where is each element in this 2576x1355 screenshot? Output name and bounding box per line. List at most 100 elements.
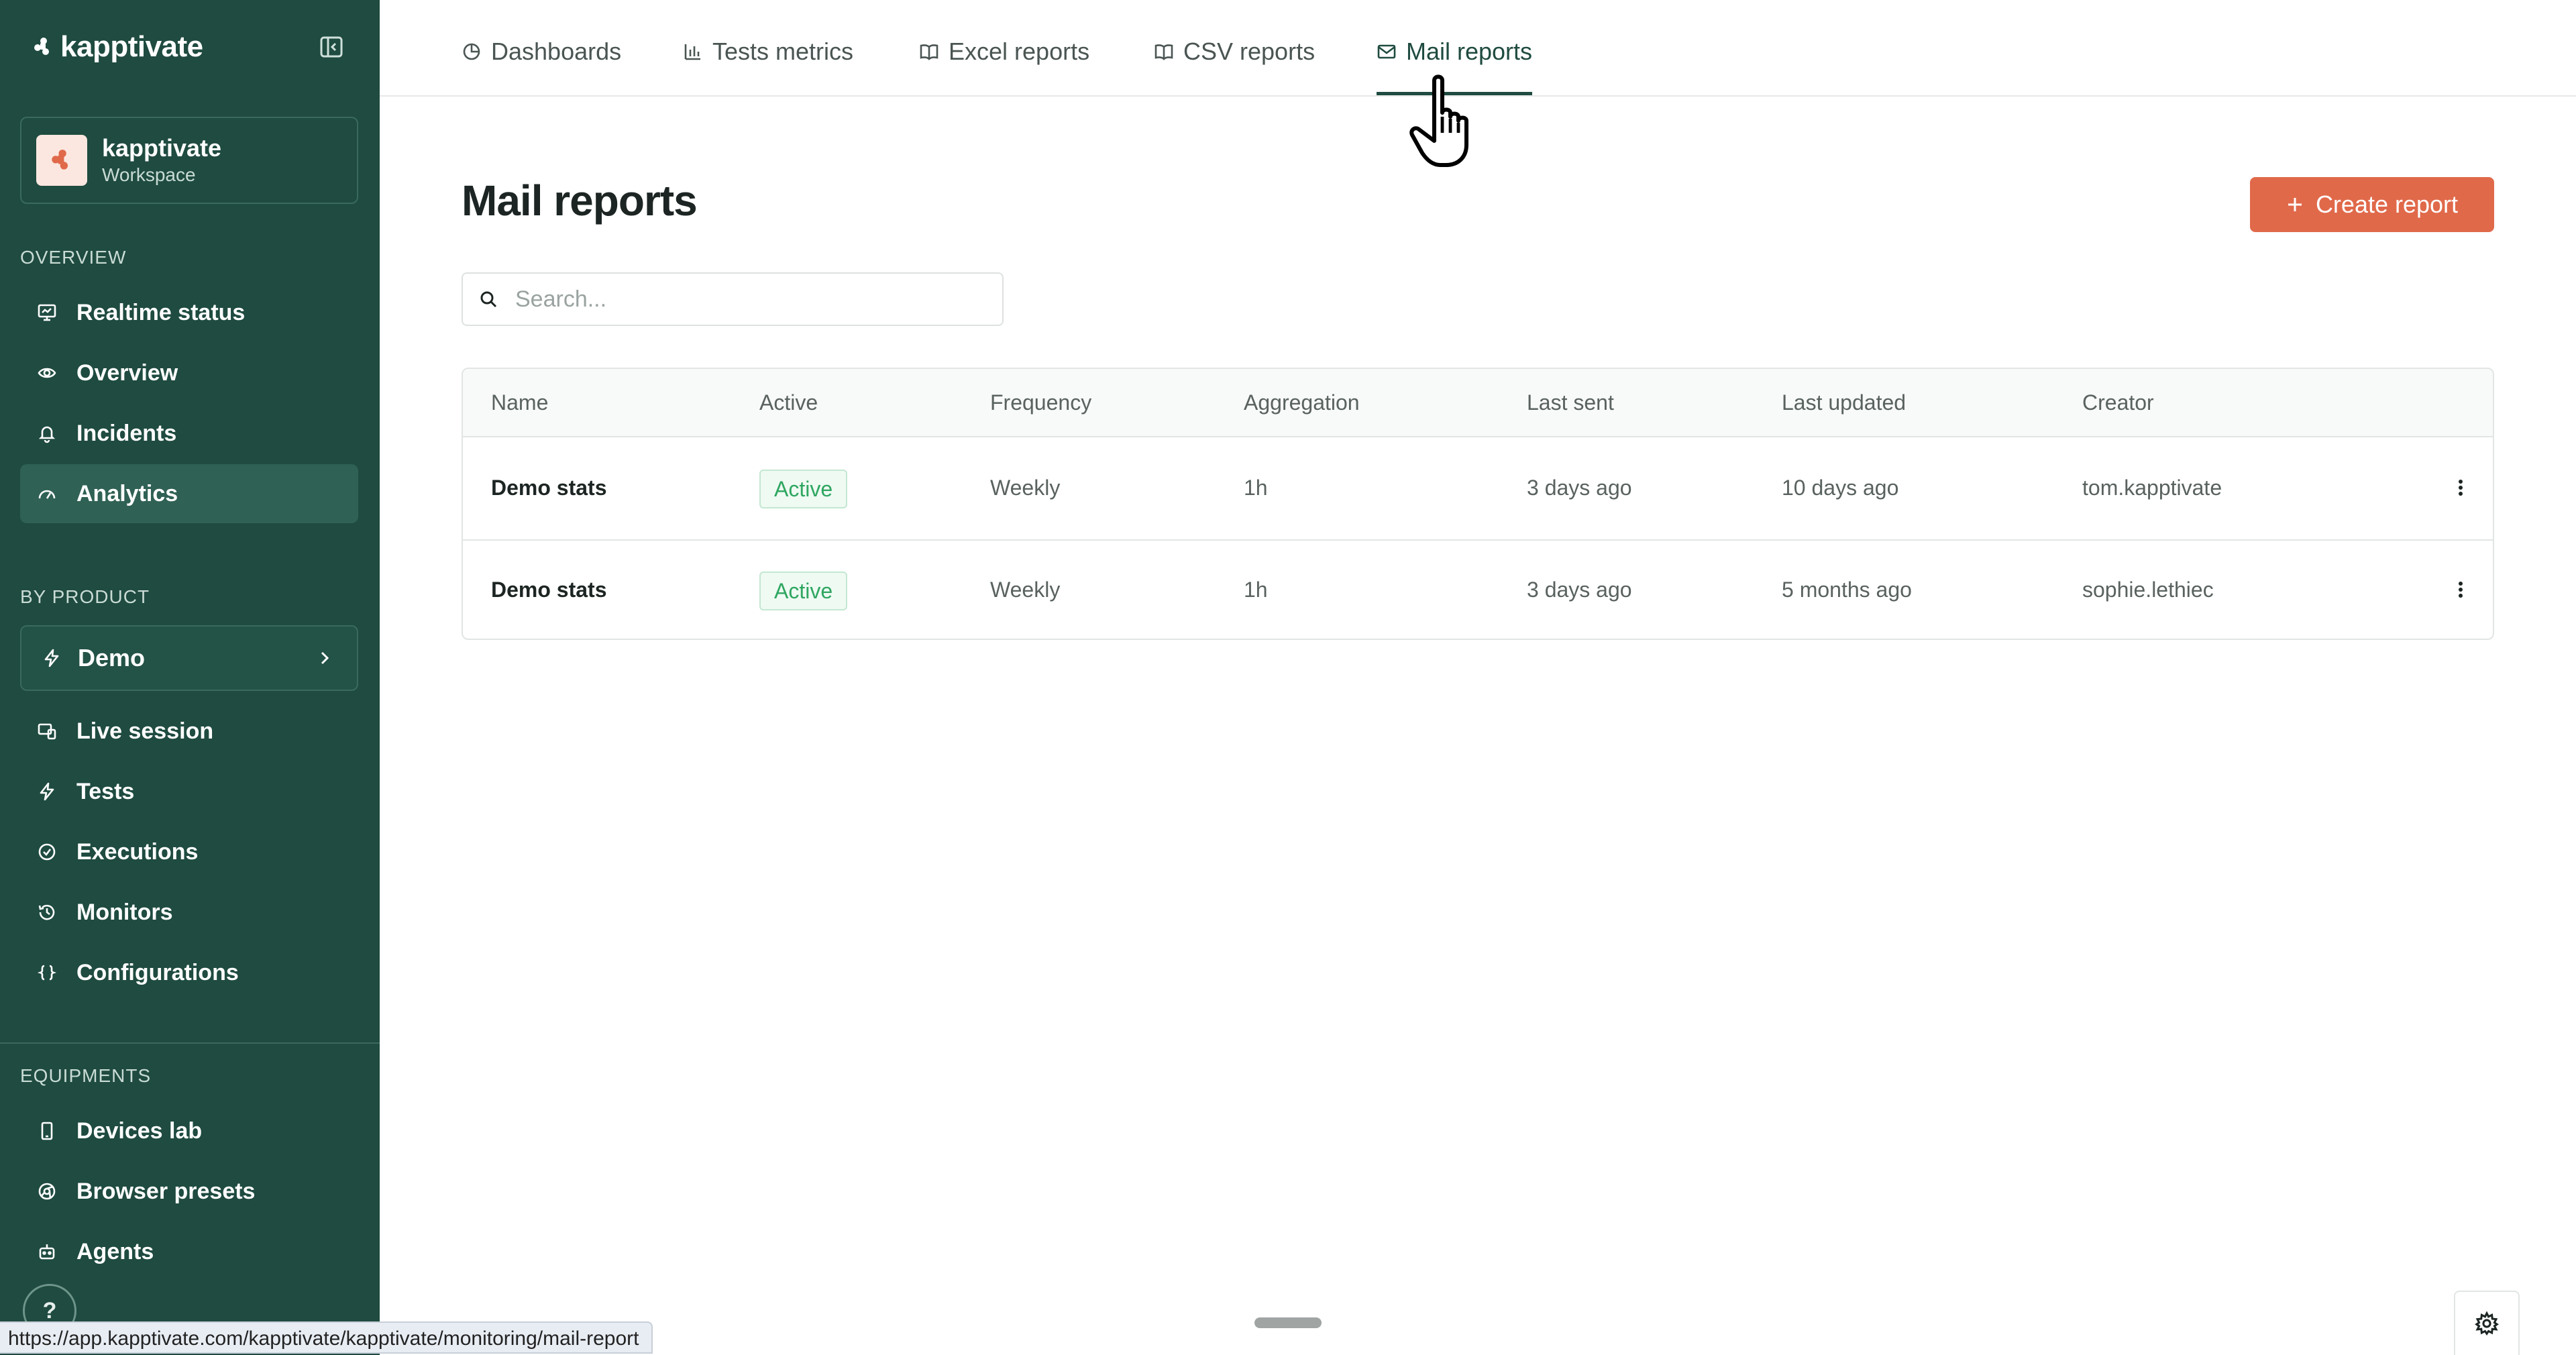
phone-icon xyxy=(35,1119,59,1143)
sidebar-collapse-icon[interactable] xyxy=(314,30,349,64)
section-by-product-label: BY PRODUCT xyxy=(20,586,150,607)
sidebar-item-label: Monitors xyxy=(76,899,173,925)
cell-last-sent: 3 days ago xyxy=(1527,578,1632,602)
sidebar-item-tests[interactable]: Tests xyxy=(20,762,358,821)
cell-aggregation: 1h xyxy=(1244,476,1268,500)
pie-chart-icon xyxy=(462,42,482,62)
cell-creator: tom.kapptivate xyxy=(2082,476,2222,500)
column-header-frequency[interactable]: Frequency xyxy=(990,369,1091,436)
cell-creator: sophie.lethiec xyxy=(2082,578,2214,602)
book-icon xyxy=(919,42,939,62)
sidebar-item-incidents[interactable]: Incidents xyxy=(20,404,358,463)
sidebar-item-label: Browser presets xyxy=(76,1178,256,1204)
sidebar-item-label: Agents xyxy=(76,1238,154,1264)
cell-last-updated: 5 months ago xyxy=(1782,578,1912,602)
sidebar-item-label: Realtime status xyxy=(76,299,246,325)
more-vertical-icon[interactable] xyxy=(2447,576,2474,603)
create-report-button[interactable]: Create report xyxy=(2250,177,2494,232)
sidebar-item-monitors[interactable]: Monitors xyxy=(20,883,358,942)
sidebar-item-label: Devices lab xyxy=(76,1118,203,1144)
sidebar-item-label: Analytics xyxy=(76,480,178,506)
sidebar-divider xyxy=(0,1042,380,1044)
sidebar-item-configurations[interactable]: Configurations xyxy=(20,943,358,1002)
status-badge: Active xyxy=(759,470,848,508)
eye-icon xyxy=(35,361,59,385)
workspace-subtitle: Workspace xyxy=(102,164,196,185)
screens-icon xyxy=(35,719,59,743)
sidebar-item-label: Executions xyxy=(76,838,199,865)
sidebar: kapptivate kapptivate Workspace OVERVIEW… xyxy=(0,0,380,1355)
sidebar-item-label: Tests xyxy=(76,778,135,804)
status-badge: Active xyxy=(759,572,848,610)
book-icon xyxy=(1154,42,1174,62)
tab-label: Dashboards xyxy=(491,38,622,65)
tab-excel-reports[interactable]: Excel reports xyxy=(919,38,1089,95)
monitor-icon xyxy=(35,301,59,325)
mail-reports-table: Name Active Frequency Aggregation Last s… xyxy=(462,368,2494,640)
section-equipments-label: EQUIPMENTS xyxy=(20,1065,152,1086)
column-header-creator[interactable]: Creator xyxy=(2082,369,2154,436)
braces-icon xyxy=(35,961,59,985)
sidebar-item-browser-presets[interactable]: Browser presets xyxy=(20,1162,358,1221)
sidebar-item-overview[interactable]: Overview xyxy=(20,343,358,402)
table-row[interactable]: Demo stats Active Weekly 1h 3 days ago 1… xyxy=(463,437,2493,541)
product-selector-label: Demo xyxy=(78,644,146,671)
column-header-last-updated[interactable]: Last updated xyxy=(1782,369,1906,436)
cell-frequency: Weekly xyxy=(990,578,1061,602)
logo-text: kapptivate xyxy=(60,30,203,63)
browser-icon xyxy=(35,1179,59,1203)
bell-icon xyxy=(35,421,59,445)
table-header: Name Active Frequency Aggregation Last s… xyxy=(463,369,2493,437)
tab-label: Excel reports xyxy=(949,38,1090,65)
sidebar-item-agents[interactable]: Agents xyxy=(20,1222,358,1281)
history-icon xyxy=(35,900,59,924)
sidebar-item-devices-lab[interactable]: Devices lab xyxy=(20,1101,358,1160)
workspace-avatar xyxy=(36,135,87,186)
cell-name: Demo stats xyxy=(491,476,607,500)
create-report-label: Create report xyxy=(2315,191,2459,218)
column-header-aggregation[interactable]: Aggregation xyxy=(1244,369,1360,436)
bolt-icon xyxy=(35,779,59,804)
status-bar-url: https://app.kapptivate.com/kapptivate/ka… xyxy=(0,1321,653,1354)
column-header-active[interactable]: Active xyxy=(759,369,818,436)
column-header-last-sent[interactable]: Last sent xyxy=(1527,369,1614,436)
tab-label: Tests metrics xyxy=(712,38,854,65)
table-row[interactable]: Demo stats Active Weekly 1h 3 days ago 5… xyxy=(463,539,2493,639)
hand-cursor-icon xyxy=(1406,72,1487,173)
tab-dashboards[interactable]: Dashboards xyxy=(462,38,621,95)
search-input[interactable] xyxy=(514,285,986,313)
page-title: Mail reports xyxy=(462,176,698,225)
robot-icon xyxy=(35,1240,59,1264)
tab-tests-metrics[interactable]: Tests metrics xyxy=(683,38,853,95)
search-icon xyxy=(479,290,498,309)
cell-aggregation: 1h xyxy=(1244,578,1268,602)
sidebar-item-analytics[interactable]: Analytics xyxy=(20,464,358,523)
tab-csv-reports[interactable]: CSV reports xyxy=(1154,38,1315,95)
sidebar-item-label: Incidents xyxy=(76,420,177,446)
sidebar-item-live-session[interactable]: Live session xyxy=(20,702,358,761)
settings-gear-icon[interactable] xyxy=(2454,1291,2520,1355)
more-vertical-icon[interactable] xyxy=(2447,474,2474,501)
search-box[interactable] xyxy=(462,272,1004,326)
sidebar-item-realtime-status[interactable]: Realtime status xyxy=(20,283,358,342)
tab-label: Mail reports xyxy=(1406,38,1533,65)
cell-frequency: Weekly xyxy=(990,476,1061,500)
section-overview-label: OVERVIEW xyxy=(20,247,127,268)
sidebar-item-label: Configurations xyxy=(76,959,239,985)
mail-icon xyxy=(1377,42,1397,62)
sidebar-item-label: Live session xyxy=(76,718,214,744)
gauge-icon xyxy=(35,482,59,506)
workspace-name: kapptivate xyxy=(102,134,222,162)
cell-last-sent: 3 days ago xyxy=(1527,476,1632,500)
cell-name: Demo stats xyxy=(491,578,607,602)
check-circle-icon xyxy=(35,840,59,864)
brand-logo[interactable]: kapptivate xyxy=(34,25,203,68)
chevron-right-icon xyxy=(317,650,333,666)
workspace-switcher[interactable]: kapptivate Workspace xyxy=(20,117,358,204)
sidebar-item-label: Overview xyxy=(76,360,178,386)
column-header-name[interactable]: Name xyxy=(491,369,548,436)
product-selector[interactable]: Demo xyxy=(20,625,358,691)
logo-mark-icon xyxy=(34,37,54,57)
sidebar-item-executions[interactable]: Executions xyxy=(20,822,358,881)
drag-handle[interactable] xyxy=(1254,1317,1322,1328)
